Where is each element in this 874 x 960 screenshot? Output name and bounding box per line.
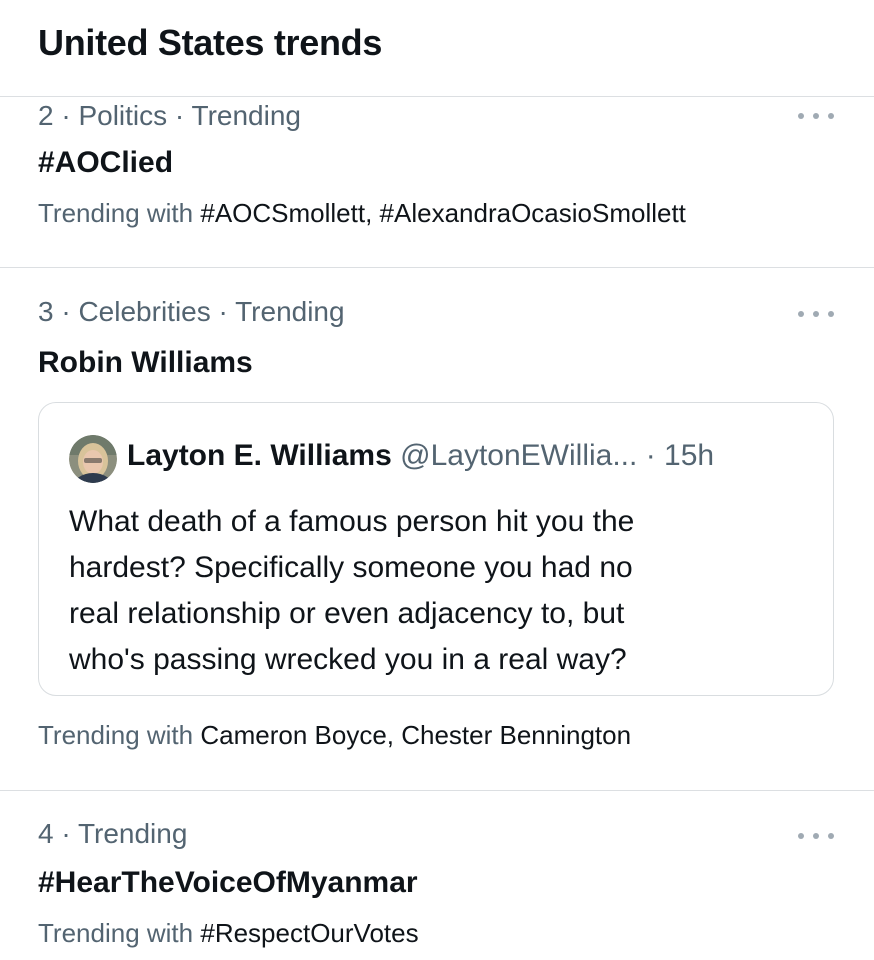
more-horizontal-icon — [798, 113, 804, 119]
trend-item-4[interactable]: 4 · Trending #HearTheVoiceOfMyanmar Tren… — [0, 818, 874, 960]
trend-meta: 3 · Celebrities · Trending — [38, 296, 345, 327]
trend-name: #HearTheVoiceOfMyanmar — [38, 866, 418, 899]
trend-related: Trending with Cameron Boyce, Chester Ben… — [38, 720, 631, 751]
page-title: United States trends — [38, 22, 383, 63]
trend-name: #AOClied — [38, 146, 174, 179]
trend-meta: 4 · Trending — [38, 818, 188, 849]
embedded-tweet-card[interactable]: Layton E. Williams @LaytonEWillia... · 1… — [38, 402, 834, 696]
tweet-author-name[interactable]: Layton E. Williams — [127, 439, 392, 472]
trending-with-items[interactable]: #AOCSmollett, #AlexandraOcasioSmollett — [200, 198, 686, 228]
tweet-timestamp[interactable]: · 15h — [646, 439, 714, 472]
trend-name: Robin Williams — [38, 346, 253, 379]
more-options-button[interactable] — [798, 304, 834, 324]
trending-with-items[interactable]: #RespectOurVotes — [200, 918, 418, 948]
divider — [0, 267, 874, 268]
trending-with-label: Trending with — [38, 198, 194, 228]
trending-with-label: Trending with — [38, 918, 194, 948]
tweet-text: What death of a famous person hit you th… — [69, 505, 635, 676]
tweet-author-handle[interactable]: @LaytonEWillia... — [400, 439, 637, 472]
trend-related: Trending with #RespectOurVotes — [38, 918, 419, 949]
more-options-button[interactable] — [798, 106, 834, 126]
more-options-button[interactable] — [798, 826, 834, 846]
more-horizontal-icon — [798, 311, 804, 317]
trending-with-label: Trending with — [38, 720, 194, 750]
avatar-image — [69, 435, 117, 483]
divider — [0, 790, 874, 791]
trend-meta: 2 · Politics · Trending — [38, 100, 301, 131]
more-horizontal-icon — [798, 833, 804, 839]
trending-with-items[interactable]: Cameron Boyce, Chester Bennington — [200, 720, 631, 750]
trend-related: Trending with #AOCSmollett, #AlexandraOc… — [38, 198, 686, 229]
trend-item-2[interactable]: 2 · Politics · Trending #AOClied Trendin… — [0, 96, 874, 266]
tweet-author-line: Layton E. Williams @LaytonEWillia... · 1… — [127, 439, 714, 473]
avatar[interactable] — [69, 435, 117, 483]
